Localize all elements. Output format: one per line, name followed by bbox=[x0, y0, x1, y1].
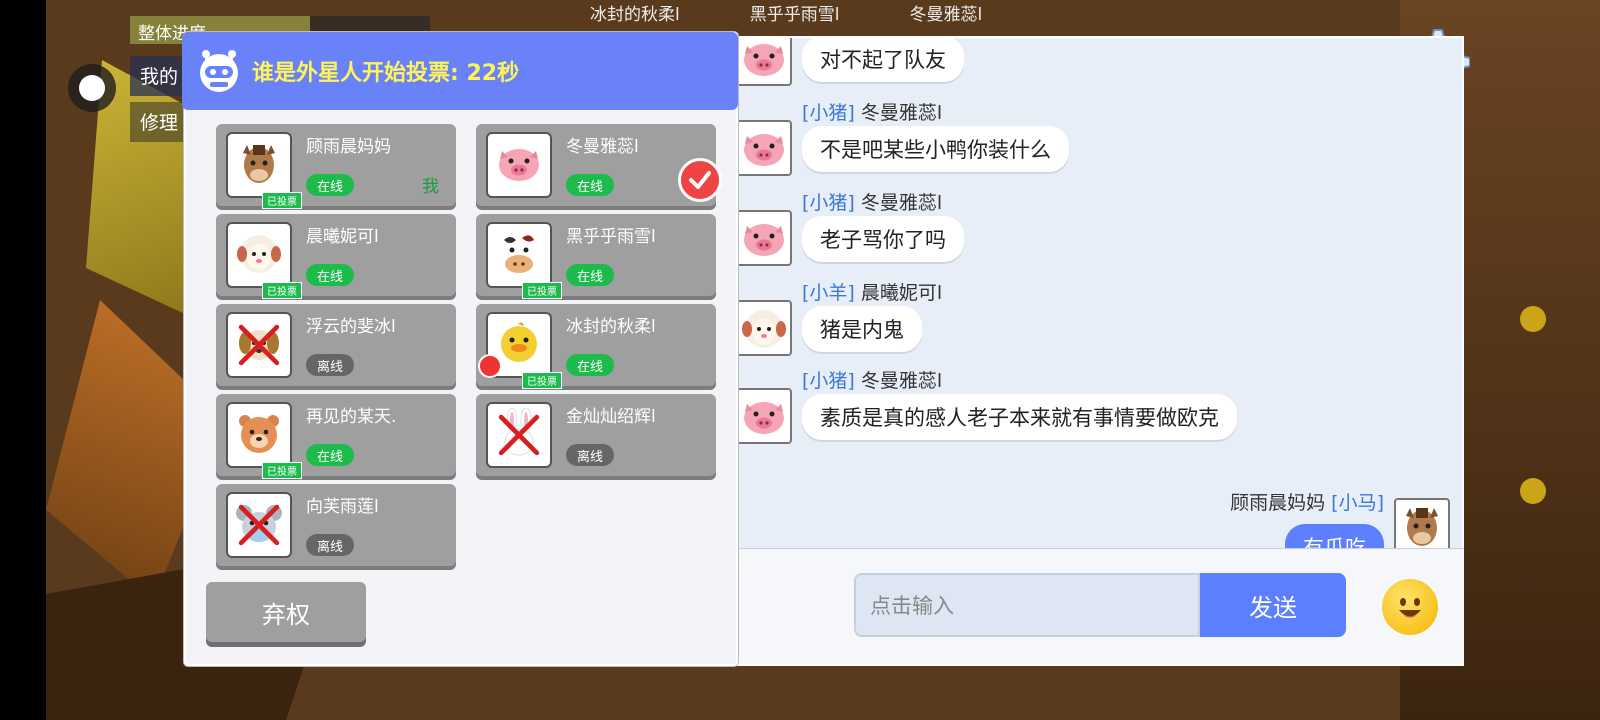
coin-icon bbox=[1520, 478, 1546, 504]
sender-name: 冬曼雅蕊l bbox=[860, 192, 943, 214]
role-tag: [小猪] bbox=[802, 102, 855, 124]
player-card[interactable]: 已投票 冰封的秋柔l 在线 bbox=[476, 304, 716, 389]
pig-avatar-icon[interactable] bbox=[736, 120, 792, 176]
role-tag: [小猪] bbox=[802, 192, 855, 214]
player-avatar bbox=[226, 492, 292, 558]
pig-avatar-icon[interactable] bbox=[736, 210, 792, 266]
sheep-avatar-icon[interactable] bbox=[736, 300, 792, 356]
role-tag: [小马] bbox=[1331, 492, 1384, 514]
player-avatar: 已投票 bbox=[226, 132, 302, 209]
player-status-badge: 在线 bbox=[306, 174, 354, 196]
vote-check-icon bbox=[678, 158, 722, 202]
message-bubble: 猪是内鬼 bbox=[802, 306, 922, 352]
player-name: 金灿灿绍辉l bbox=[566, 407, 656, 427]
pig-avatar-icon[interactable] bbox=[736, 388, 792, 444]
player-name: 顾雨晨妈妈 bbox=[306, 137, 391, 157]
message-bubble: 对不起了队友 bbox=[802, 38, 964, 82]
alert-icon bbox=[478, 354, 502, 378]
sender-name: 顾雨晨妈妈 bbox=[1230, 492, 1326, 514]
message-sender: [小猪] 冬曼雅蕊l bbox=[802, 188, 942, 215]
record-button[interactable] bbox=[68, 64, 116, 112]
eliminated-x-icon bbox=[238, 324, 280, 366]
player-status-badge: 在线 bbox=[566, 354, 614, 376]
player-name: 再见的某天. bbox=[306, 407, 397, 427]
top-name: 冬曼雅蕊l bbox=[909, 5, 983, 25]
player-name: 冰封的秋柔l bbox=[566, 317, 656, 337]
voted-badge: 已投票 bbox=[262, 192, 302, 209]
role-tag: [小猪] bbox=[802, 370, 855, 392]
voted-badge: 已投票 bbox=[522, 282, 562, 299]
message-sender: [小羊] 晨曦妮可l bbox=[802, 278, 942, 305]
player-avatar: 已投票 bbox=[226, 222, 302, 299]
me-label: 我 bbox=[422, 177, 439, 197]
player-card[interactable]: 已投票 黑乎乎雨雪l 在线 bbox=[476, 214, 716, 299]
pig-avatar-icon bbox=[496, 143, 542, 187]
player-status-badge: 在线 bbox=[306, 264, 354, 286]
voted-badge: 已投票 bbox=[522, 372, 562, 389]
chat-panel: [小猪]冬曼雅蕊l对不起了队友[小猪]冬曼雅蕊l不是吧某些小鸭你装什么[小猪]冬… bbox=[720, 36, 1464, 666]
cow-avatar-icon bbox=[494, 230, 544, 280]
player-name: 向芙雨莲l bbox=[306, 497, 379, 517]
voted-badge: 已投票 bbox=[262, 282, 302, 299]
sender-name: 冬曼雅蕊l bbox=[860, 370, 943, 392]
player-card[interactable]: 已投票 再见的某天. 在线 bbox=[216, 394, 456, 479]
sender-name: 冬曼雅蕊l bbox=[860, 102, 943, 124]
chat-input[interactable]: 点击输入 bbox=[854, 573, 1200, 637]
player-status-badge: 在线 bbox=[306, 444, 354, 466]
player-status-badge: 离线 bbox=[306, 354, 354, 376]
vote-header: 谁是外星人开始投票: 22秒 bbox=[182, 32, 738, 110]
player-status-badge: 离线 bbox=[566, 444, 614, 466]
player-name: 冬曼雅蕊l bbox=[566, 137, 639, 157]
player-card[interactable]: 已投票 顾雨晨妈妈在线 我 bbox=[216, 124, 456, 209]
chat-input-bar: 点击输入 发送 bbox=[722, 548, 1464, 664]
voted-badge: 已投票 bbox=[262, 462, 302, 479]
coin-icon bbox=[1520, 306, 1546, 332]
horse-avatar-icon[interactable] bbox=[1394, 498, 1450, 548]
emoji-button[interactable] bbox=[1382, 579, 1438, 635]
message-bubble: 老子骂你了吗 bbox=[802, 216, 964, 262]
message-bubble: 有瓜吃 bbox=[1285, 524, 1384, 548]
top-name: 冰封的秋柔l bbox=[590, 5, 680, 25]
player-card[interactable]: 浮云的斐冰l 离线 bbox=[216, 304, 456, 386]
alien-icon bbox=[200, 50, 238, 92]
player-name: 晨曦妮可l bbox=[306, 227, 379, 247]
vote-panel: 谁是外星人开始投票: 22秒 已投票 顾雨晨妈妈 在线我冬曼雅蕊l 在线 已投票 晨曦妮可… bbox=[182, 32, 738, 666]
sheep-avatar-icon bbox=[236, 230, 282, 280]
message-sender: [小猪] 冬曼雅蕊l bbox=[802, 366, 942, 393]
chat-message-list[interactable]: [小猪]冬曼雅蕊l对不起了队友[小猪]冬曼雅蕊l不是吧某些小鸭你装什么[小猪]冬… bbox=[722, 38, 1464, 548]
horse-avatar-icon bbox=[237, 139, 281, 191]
send-button[interactable]: 发送 bbox=[1200, 573, 1346, 637]
pig-avatar-icon[interactable] bbox=[736, 38, 792, 86]
role-tag: [小羊] bbox=[802, 282, 855, 304]
record-dot-icon bbox=[79, 75, 105, 101]
player-card[interactable]: 已投票 晨曦妮可l 在线 bbox=[216, 214, 456, 299]
player-status-badge: 在线 bbox=[566, 264, 614, 286]
player-avatar: 已投票 bbox=[486, 222, 562, 299]
eliminated-x-icon bbox=[238, 504, 280, 546]
eliminated-x-icon bbox=[498, 414, 540, 456]
smiley-icon bbox=[1399, 598, 1421, 618]
player-status-badge: 离线 bbox=[306, 534, 354, 556]
bear-avatar-icon bbox=[236, 411, 282, 459]
player-avatar bbox=[486, 132, 552, 198]
player-avatar bbox=[226, 312, 292, 378]
top-player-names: 冰封的秋柔l 黑乎乎雨雪l 冬曼雅蕊l bbox=[590, 0, 982, 25]
top-name: 黑乎乎雨雪l bbox=[749, 5, 840, 25]
player-avatar bbox=[486, 402, 552, 468]
player-name: 黑乎乎雨雪l bbox=[566, 227, 656, 247]
message-sender: 顾雨晨妈妈 [小马] bbox=[1230, 488, 1384, 515]
player-card[interactable]: 向芙雨莲l 离线 bbox=[216, 484, 456, 566]
player-card[interactable]: 冬曼雅蕊l 在线 bbox=[476, 124, 722, 206]
sender-name: 晨曦妮可l bbox=[860, 282, 943, 304]
player-card[interactable]: 金灿灿绍辉l 离线 bbox=[476, 394, 716, 476]
player-avatar: 已投票 bbox=[226, 402, 302, 479]
chick-avatar-icon bbox=[496, 320, 542, 370]
abstain-button[interactable]: 弃权 bbox=[206, 582, 366, 642]
player-name: 浮云的斐冰l bbox=[306, 317, 396, 337]
player-status-badge: 在线 bbox=[566, 174, 614, 196]
message-bubble: 不是吧某些小鸭你装什么 bbox=[802, 126, 1069, 172]
message-sender: [小猪] 冬曼雅蕊l bbox=[802, 98, 942, 125]
vote-title: 谁是外星人开始投票: 22秒 bbox=[252, 61, 520, 86]
message-bubble: 素质是真的感人老子本来就有事情要做欧克 bbox=[802, 394, 1237, 440]
